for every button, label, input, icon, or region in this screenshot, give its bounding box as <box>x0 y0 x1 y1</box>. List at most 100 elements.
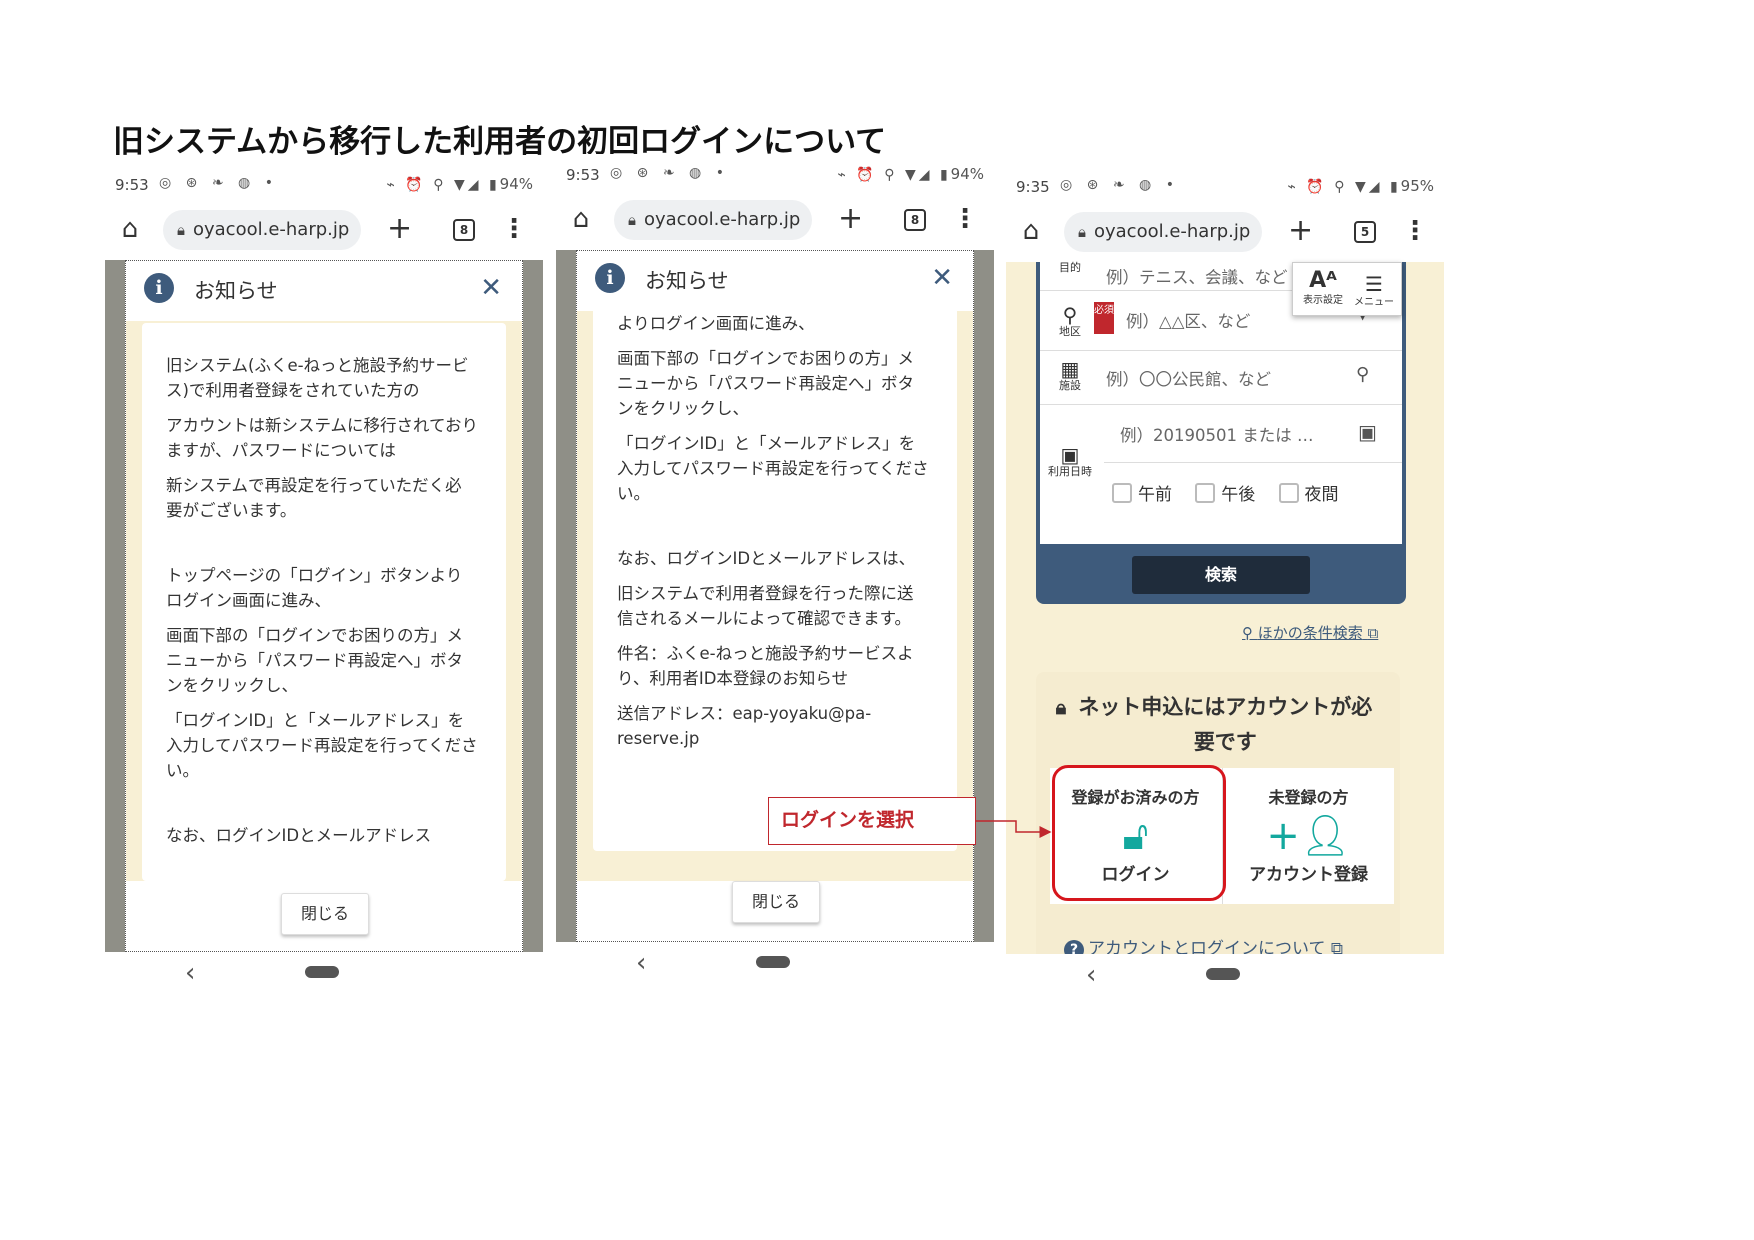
screenshot-1: 9:53 ◎ ⊛ ❧ ◍ • ⌁ ⏰ ⚲ ▼◢ ▮94% ⌂ 🔒︎ oyacool… <box>105 164 543 994</box>
slot-night-label: 夜間 <box>1304 485 1339 505</box>
notice-text: よりログイン画面に進み、 画面下部の「ログインでお困りの方」メニューから「パスワ… <box>617 311 929 761</box>
notice-paragraph: アカウントは新システムに移行されておりますが、パスワードについては <box>166 416 479 460</box>
notice-paragraph: 画面下部の「ログインでお困りの方」メニューから「パスワード再設定へ」ボタンをクリ… <box>617 349 914 418</box>
slot-morning-label: 午前 <box>1138 485 1172 505</box>
lock-icon: 🔒︎ <box>177 221 185 239</box>
building-icon: ▦ <box>1060 357 1080 381</box>
search-icon: ⚲ <box>1242 624 1253 642</box>
area-select[interactable]: 例）△△区、など <box>1126 308 1250 332</box>
battery-level: 94% <box>950 165 984 183</box>
back-icon[interactable]: ‹ <box>636 948 646 978</box>
register-label: アカウント登録 <box>1249 865 1368 885</box>
account-section-title: 🔒︎ ネット申込にはアカウントが必要です <box>1036 690 1400 760</box>
notification-icons: ◎ ⊛ ❧ ◍ • <box>610 165 729 181</box>
info-icon: i <box>144 273 174 303</box>
tab-count-button[interactable]: 8 <box>904 209 926 231</box>
close-button[interactable]: 閉じる <box>732 881 820 923</box>
battery-level: 95% <box>1400 177 1434 195</box>
info-icon: i <box>595 263 625 293</box>
login-highlight <box>1052 765 1226 901</box>
slot-afternoon-checkbox[interactable] <box>1195 482 1216 503</box>
other-search-link[interactable]: ⚲ ほかの条件検索 ⧉ <box>1242 622 1378 643</box>
more-menu-icon[interactable]: ⋮ <box>1402 214 1428 248</box>
status-time: 9:35 <box>1016 178 1050 196</box>
close-icon[interactable]: ✕ <box>931 263 953 293</box>
browser-toolbar: ⌂ 🔒︎ oyacool.e-harp.jp + 5 ⋮ <box>1006 206 1444 258</box>
system-icons: ⌁ ⏰ ⚲ ▼◢ ▮94% <box>386 175 534 193</box>
tab-count-button[interactable]: 8 <box>453 219 475 241</box>
address-bar[interactable]: 🔒︎ oyacool.e-harp.jp <box>163 210 361 250</box>
status-time: 9:53 <box>566 166 600 184</box>
time-slots: 午前 午後 夜間 <box>1112 480 1357 505</box>
unregistered-heading: 未登録の方 <box>1268 788 1349 807</box>
notice-header: i お知らせ ✕ <box>577 251 973 311</box>
notice-paragraph: 画面下部の「ログインでお困りの方」メニューから「パスワード再設定へ」ボタンをクリ… <box>166 626 463 695</box>
android-nav-bar: ‹ <box>105 952 543 994</box>
lock-icon: 🔒︎ <box>628 211 636 229</box>
back-icon[interactable]: ‹ <box>185 958 195 988</box>
notice-paragraph: なお、ログインIDとメールアドレス <box>166 826 432 845</box>
more-menu-icon[interactable]: ⋮ <box>952 202 978 236</box>
facility-label: ▦ 施設 <box>1046 358 1094 392</box>
menu-button[interactable]: ☰ メニュー <box>1351 271 1397 308</box>
url-text: oyacool.e-harp.jp <box>643 209 801 230</box>
slot-morning-checkbox[interactable] <box>1112 482 1132 503</box>
notice-paragraph: 送信アドレス：eap-yoyaku@pa-reserve.jp <box>617 704 872 748</box>
notice-paragraph: 旧システムで利用者登録を行った際に送信されるメールによって確認できます。 <box>617 584 914 628</box>
more-menu-icon[interactable]: ⋮ <box>501 212 527 246</box>
facility-row: ▦ 施設 例）〇〇公民館、など ⚲ <box>1040 350 1402 405</box>
system-icons: ⌁ ⏰ ⚲ ▼◢ ▮95% <box>1287 177 1435 195</box>
lock-icon: 🔒︎ <box>1055 695 1067 719</box>
annotation-callout: ログインを選択 <box>768 797 976 845</box>
settings-popover: Aᴬ 表示設定 ☰ メニュー <box>1292 262 1402 316</box>
slot-night-checkbox[interactable] <box>1278 482 1299 503</box>
menu-label: メニュー <box>1354 297 1394 308</box>
close-button[interactable]: 閉じる <box>281 893 369 935</box>
notice-dialog: i お知らせ ✕ 旧システム(ふくe-ねっと施設予約サービス)で利用者登録をされ… <box>125 260 523 952</box>
calendar-icon: ▣ <box>1060 443 1080 467</box>
home-icon[interactable]: ⌂ <box>115 214 145 244</box>
date-input[interactable]: 例）20190501 または … <box>1120 422 1313 446</box>
register-card[interactable]: 未登録の方 +👤︎ アカウント登録 <box>1223 768 1394 904</box>
back-icon[interactable]: ‹ <box>1086 960 1096 990</box>
new-tab-button[interactable]: + <box>387 212 412 246</box>
new-tab-button[interactable]: + <box>1288 214 1313 248</box>
slot-afternoon-label: 午後 <box>1221 485 1256 505</box>
screenshot-2: 9:53 ◎ ⊛ ❧ ◍ • ⌁ ⏰ ⚲ ▼◢ ▮94% ⌂ 🔒︎ oyacool… <box>556 154 994 984</box>
text-size-icon: Aᴬ <box>1309 268 1337 293</box>
date-picker-icon[interactable]: ▣ <box>1358 420 1377 444</box>
home-icon[interactable]: ⌂ <box>1016 216 1046 246</box>
url-text: oyacool.e-harp.jp <box>192 219 350 240</box>
url-text: oyacool.e-harp.jp <box>1093 221 1251 242</box>
notice-header: i お知らせ ✕ <box>126 261 522 321</box>
home-pill[interactable] <box>1206 968 1240 980</box>
new-tab-button[interactable]: + <box>838 202 863 236</box>
android-nav-bar: ‹ <box>556 942 994 984</box>
required-badge: 必須 <box>1094 302 1114 334</box>
notice-paragraph: 件名：ふくe-ねっと施設予約サービスより、利用者ID本登録のお知らせ <box>617 644 914 688</box>
notice-text: 旧システム(ふくe-ねっと施設予約サービス)で利用者登録をされていた方の アカウ… <box>166 353 478 858</box>
notification-icons: ◎ ⊛ ❧ ◍ • <box>159 175 278 191</box>
facility-label-text: 施設 <box>1059 379 1081 392</box>
notice-title: お知らせ <box>645 269 729 293</box>
home-pill[interactable] <box>305 966 339 978</box>
search-icon[interactable]: ⚲ <box>1356 364 1369 385</box>
display-settings-button[interactable]: Aᴬ 表示設定 <box>1301 267 1345 306</box>
home-pill[interactable] <box>756 956 790 968</box>
address-bar[interactable]: 🔒︎ oyacool.e-harp.jp <box>1064 212 1262 252</box>
home-icon[interactable]: ⌂ <box>566 204 596 234</box>
notice-card: 旧システム(ふくe-ねっと施設予約サービス)で利用者登録をされていた方の アカウ… <box>142 323 506 881</box>
notice-paragraph: トップページの「ログイン」ボタンよりログイン画面に進み、 <box>166 566 463 610</box>
notice-paragraph: 新システムで再設定を行っていただく必要がございます。 <box>166 476 462 520</box>
purpose-input[interactable]: 例）テニス、会議、など <box>1106 264 1288 288</box>
facility-input[interactable]: 例）〇〇公民館、など <box>1106 366 1271 390</box>
tab-count-button[interactable]: 5 <box>1354 221 1376 243</box>
account-title-text: ネット申込にはアカウントが必要です <box>1078 695 1373 754</box>
notification-icons: ◎ ⊛ ❧ ◍ • <box>1060 177 1179 193</box>
address-bar[interactable]: 🔒︎ oyacool.e-harp.jp <box>614 200 812 240</box>
status-bar: 9:53 ◎ ⊛ ❧ ◍ • ⌁ ⏰ ⚲ ▼◢ ▮94% <box>556 154 994 194</box>
notice-paragraph: 「ログインID」と「メールアドレス」を入力してパスワード再設定を行ってください。 <box>166 711 478 780</box>
search-button[interactable]: 検索 <box>1132 556 1310 594</box>
other-search-text: ほかの条件検索 <box>1257 624 1363 642</box>
close-icon[interactable]: ✕ <box>480 273 502 303</box>
